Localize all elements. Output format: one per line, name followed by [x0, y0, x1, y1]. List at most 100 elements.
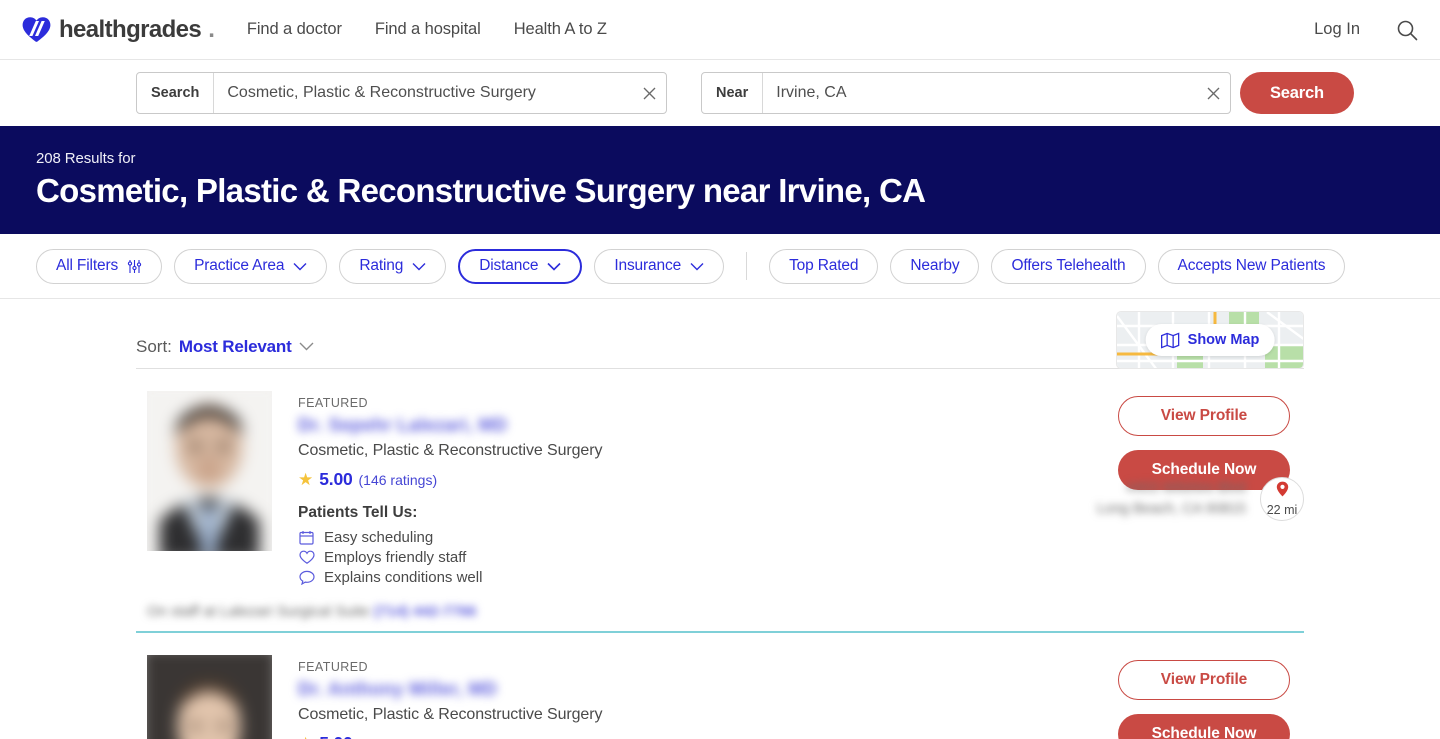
chevron-down-icon[interactable]: [299, 338, 314, 356]
patients-item-label: Easy scheduling: [324, 529, 434, 546]
patients-item-label: Employs friendly staff: [324, 549, 467, 566]
doctor-address: 4403 Wilshire Blvd Long Beach, CA 90815: [1097, 478, 1246, 520]
filter-offers-telehealth[interactable]: Offers Telehealth: [991, 248, 1146, 284]
search-bar-row: Search Near Search: [0, 60, 1440, 126]
address-line-1: 4403 Wilshire Blvd: [1125, 479, 1246, 496]
results-hero-banner: 208 Results for Cosmetic, Plastic & Reco…: [0, 126, 1440, 234]
patients-item-label: Explains conditions well: [324, 569, 483, 586]
logo-period: .: [208, 15, 215, 43]
chevron-down-icon: [690, 262, 704, 271]
nav-right-group: Log In: [1314, 19, 1418, 41]
filter-distance[interactable]: Distance: [458, 248, 583, 284]
filter-all-filters[interactable]: All Filters: [36, 248, 163, 284]
search-term-label: Search: [137, 73, 215, 113]
distance-filter-label: Distance: [479, 257, 539, 274]
patients-tell-us-item: Employs friendly staff: [298, 549, 1104, 566]
search-icon[interactable]: [1396, 19, 1418, 41]
doctor-result-card[interactable]: FEATURED Dr. Anthony Miller, MD Cosmetic…: [136, 633, 1304, 739]
page-title: Cosmetic, Plastic & Reconstructive Surge…: [36, 172, 926, 209]
search-near-label: Near: [702, 73, 764, 113]
rating-filter-label: Rating: [359, 257, 404, 274]
filter-practice-area[interactable]: Practice Area: [174, 248, 328, 284]
nav-link-find-a-hospital[interactable]: Find a hospital: [375, 20, 481, 39]
view-profile-button[interactable]: View Profile: [1118, 396, 1290, 436]
view-profile-button[interactable]: View Profile: [1118, 660, 1290, 700]
map-pin-icon: [1276, 481, 1289, 502]
insurance-filter-label: Insurance: [614, 257, 682, 274]
doctor-result-card[interactable]: FEATURED Dr. Sepehr Lalezari, MD Cosmeti…: [136, 369, 1304, 603]
healthgrades-logo[interactable]: healthgrades .: [22, 16, 215, 44]
portrait-graphic: [147, 391, 272, 551]
schedule-now-button[interactable]: Schedule Now: [1118, 714, 1290, 739]
filter-nearby[interactable]: Nearby: [890, 248, 980, 284]
sort-label: Sort:: [136, 337, 172, 356]
sliders-icon: [127, 259, 142, 274]
heart-icon: [298, 550, 315, 565]
affiliation-text: On staff at Lalezari Surgical Suite: [147, 603, 370, 620]
doctor-specialty: Cosmetic, Plastic & Reconstructive Surge…: [298, 706, 603, 723]
doctor-name-link[interactable]: Dr. Anthony Miller, MD: [298, 679, 497, 700]
calendar-icon: [298, 530, 315, 545]
all-filters-label: All Filters: [56, 257, 119, 274]
heart-logo-icon: [22, 16, 52, 43]
search-location-clear-icon[interactable]: [1196, 73, 1230, 113]
login-link[interactable]: Log In: [1314, 20, 1360, 39]
practice-area-label: Practice Area: [194, 257, 285, 274]
star-icon: ★: [298, 470, 314, 489]
nav-link-find-a-doctor[interactable]: Find a doctor: [247, 20, 342, 39]
search-submit-button[interactable]: Search: [1240, 72, 1354, 114]
search-term-field[interactable]: Search: [136, 72, 667, 114]
filter-rating[interactable]: Rating: [339, 248, 447, 284]
distance-badge: 22 mi: [1260, 477, 1304, 521]
search-term-clear-icon[interactable]: [632, 73, 666, 113]
filter-insurance[interactable]: Insurance: [594, 248, 725, 284]
rating-value: 5.00: [319, 469, 353, 489]
rating-count[interactable]: (1 rating): [359, 736, 415, 739]
show-map-label: Show Map: [1187, 332, 1260, 348]
primary-nav-links: Find a doctor Find a hospital Health A t…: [247, 20, 607, 39]
sort-selected-value[interactable]: Most Relevant: [179, 337, 292, 357]
filter-divider: [746, 252, 748, 280]
filter-chip-bar: All Filters Practice Area Rating Distanc…: [0, 234, 1440, 299]
rating-value: 5.00: [319, 733, 352, 739]
nav-link-health-a-to-z[interactable]: Health A to Z: [514, 20, 607, 39]
portrait-graphic: [147, 655, 272, 739]
doctor-photo[interactable]: [147, 655, 272, 739]
speech-bubble-icon: [298, 570, 315, 585]
search-input[interactable]: [214, 73, 632, 113]
filter-top-rated[interactable]: Top Rated: [769, 248, 879, 284]
star-icon: ★: [298, 735, 313, 739]
doctor-name-link[interactable]: Dr. Sepehr Lalezari, MD: [298, 415, 507, 436]
featured-badge: FEATURED: [298, 660, 369, 674]
patients-tell-us-item: Explains conditions well: [298, 569, 1104, 586]
doctor-info: FEATURED Dr. Anthony Miller, MD Cosmetic…: [272, 655, 1104, 739]
results-content: Sort: Most Relevant Show Map FEATURED Dr…: [0, 299, 1440, 739]
address-line-2: Long Beach, CA 90815: [1096, 501, 1246, 517]
sort-row: Sort: Most Relevant Show Map: [136, 299, 1304, 369]
location-input[interactable]: [763, 73, 1196, 113]
distance-value: 22 mi: [1266, 503, 1298, 517]
doctor-card-actions: View Profile Schedule Now: [1104, 655, 1304, 739]
phone-link[interactable]: (714) 442-7766: [374, 603, 477, 620]
filter-accepts-new-patients[interactable]: Accepts New Patients: [1157, 248, 1346, 284]
top-navigation-bar: healthgrades . Find a doctor Find a hosp…: [0, 0, 1440, 60]
doctor-photo[interactable]: [147, 391, 272, 551]
doctor-card-footer: On staff at Lalezari Surgical Suite (714…: [136, 603, 1304, 631]
featured-badge: FEATURED: [298, 396, 369, 410]
patients-tell-us-title: Patients Tell Us:: [298, 504, 418, 521]
search-location-field[interactable]: Near: [701, 72, 1231, 114]
doctor-rating: ★ 5.00 (146 ratings): [298, 469, 1104, 490]
patients-tell-us-item: Easy scheduling: [298, 529, 1104, 546]
doctor-specialty: Cosmetic, Plastic & Reconstructive Surge…: [298, 442, 603, 459]
show-map-thumbnail[interactable]: Show Map: [1116, 311, 1304, 369]
doctor-address-block: 4403 Wilshire Blvd Long Beach, CA 90815 …: [1097, 477, 1304, 521]
rating-count[interactable]: (146 ratings): [359, 472, 438, 488]
logo-wordmark: healthgrades: [59, 15, 202, 43]
chevron-down-icon: [293, 262, 307, 271]
show-map-button[interactable]: Show Map: [1145, 324, 1275, 356]
chevron-down-icon: [547, 262, 561, 271]
chevron-down-icon: [412, 262, 426, 271]
sort-control[interactable]: Sort: Most Relevant: [136, 337, 314, 369]
map-folded-icon: [1160, 331, 1180, 349]
results-count-text: 208 Results for: [36, 150, 136, 167]
